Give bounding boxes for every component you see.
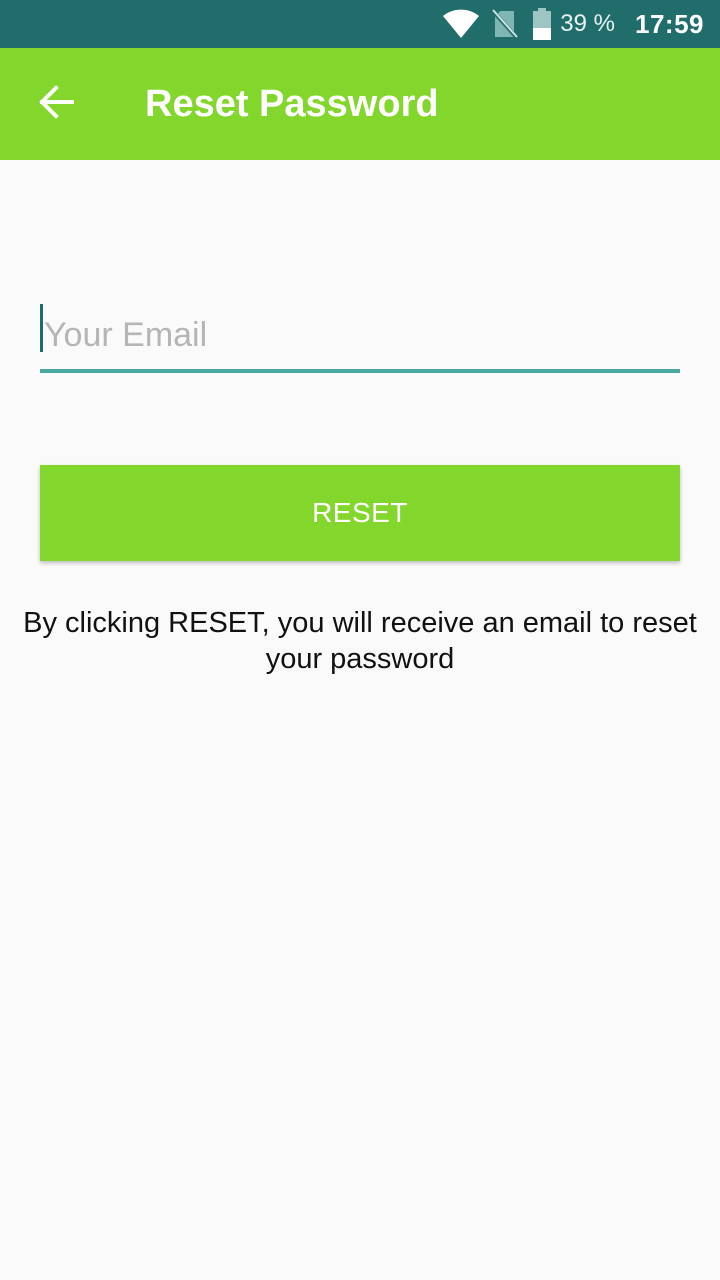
email-field[interactable] [40, 300, 680, 370]
app-bar: Reset Password [0, 48, 720, 160]
email-field-underline [40, 369, 680, 373]
arrow-left-icon [38, 84, 74, 125]
email-field-container [40, 300, 680, 374]
back-button[interactable] [24, 76, 88, 132]
battery-percent: 39 % [560, 10, 615, 37]
clock: 17:59 [635, 8, 704, 39]
wifi-icon [442, 9, 480, 39]
reset-button[interactable]: RESET [40, 465, 680, 561]
reset-info-text: By clicking RESET, you will receive an e… [23, 607, 697, 675]
text-cursor [40, 304, 43, 352]
no-sim-icon [492, 9, 519, 39]
status-icons: 39 % 17:59 [442, 0, 704, 48]
page-title: Reset Password [145, 83, 439, 125]
status-bar: 39 % 17:59 [0, 0, 720, 48]
battery-icon [532, 8, 552, 40]
